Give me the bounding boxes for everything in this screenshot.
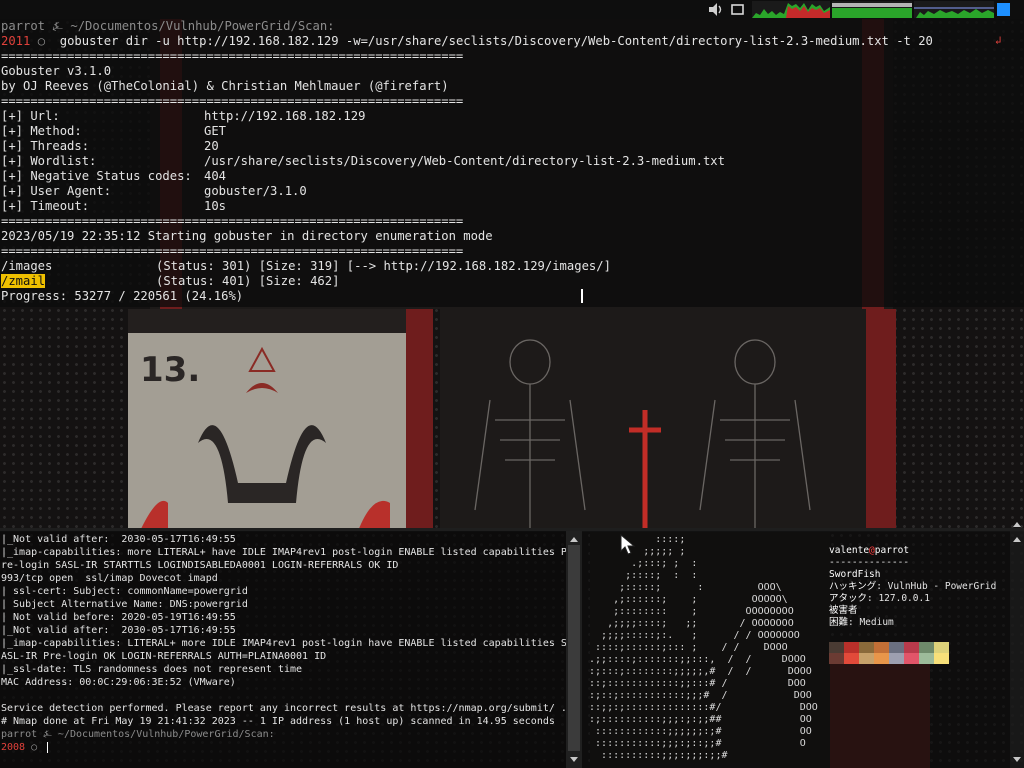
scroll-up-arrow-icon[interactable] — [1013, 522, 1021, 527]
config-row: [+] Wordlist:/usr/share/seclists/Discove… — [1, 154, 725, 168]
progress-line: Progress: 53277 / 220561 (24.16%) — [1, 289, 244, 303]
output-line: | ssl-cert: Subject: commonName=powergri… — [1, 586, 248, 597]
gobuster-scrollbar[interactable] — [1010, 19, 1024, 528]
parrot-prompt-icon: ⍼ — [43, 729, 52, 740]
color-palette — [829, 642, 949, 664]
palette-swatch — [919, 642, 934, 653]
prompt-path: ~/Documentos/Vulnhub/PowerGrid/Scan: — [70, 19, 335, 33]
text-cursor — [581, 289, 583, 303]
config-row: [+] Negative Status codes: 404 — [1, 169, 227, 183]
palette-swatch — [889, 642, 904, 653]
config-row: [+] Method: GET — [1, 124, 227, 138]
network-graph — [914, 1, 994, 18]
prompt-path: ~/Documentos/Vulnhub/PowerGrid/Scan: — [57, 729, 275, 740]
terminal-neofetch[interactable]: ::::; ;;;;; ; .;:::; ; : ;::::; : : ;:::… — [582, 531, 1024, 768]
prompt-user: parrot — [1, 729, 38, 740]
neofetch-scrollbar[interactable] — [1010, 531, 1024, 768]
result-row: /zmail (Status: 401) [Size: 462] — [1, 274, 339, 289]
result-path: /images — [1, 259, 53, 273]
text-cursor — [47, 742, 48, 753]
volume-icon[interactable] — [706, 1, 724, 18]
palette-swatch — [934, 653, 949, 664]
result-info: (Status: 401) [Size: 462] — [156, 274, 340, 288]
output-line: re-login SASL-IR STARTTLS LOGINDISABLEDA… — [1, 560, 399, 571]
output-line: 993/tcp open ssl/imap Dovecot imapd — [1, 573, 218, 584]
palette-swatch — [904, 653, 919, 664]
cpu-graph — [752, 1, 830, 18]
output-line: |_Not valid after: 2030-05-17T16:49:55 — [1, 534, 236, 545]
start-line: 2023/05/19 22:35:12 Starting gobuster in… — [1, 229, 493, 243]
palette-swatch — [874, 653, 889, 664]
memory-graph — [832, 1, 912, 18]
output-line: |_imap-capabilities: more LITERAL+ have … — [1, 547, 566, 558]
command-number: 2011 — [1, 34, 31, 48]
config-row: [+] User Agent: gobuster/3.1.0 — [1, 184, 307, 198]
output-line: |_Not valid after: 2030-05-17T16:49:55 — [1, 625, 236, 636]
system-top-bar — [0, 0, 1024, 19]
parrot-prompt-icon: ⍼ — [52, 19, 64, 33]
skeleton-illustration — [474, 339, 811, 530]
palette-swatch — [919, 653, 934, 664]
separator-line: ========================================… — [1, 244, 464, 258]
separator-line: ========================================… — [1, 94, 464, 108]
window-icon[interactable] — [730, 1, 746, 18]
info-row: 困難: Medium — [829, 617, 894, 628]
output-line: ASL-IR Pre-login OK LOGIN-REFERRALS AUTH… — [1, 651, 327, 662]
separator-line: ========================================… — [1, 49, 464, 63]
palette-swatch — [859, 653, 874, 664]
output-line: # Nmap done at Fri May 19 21:41:32 2023 … — [1, 716, 555, 727]
scrollbar-thumb[interactable] — [568, 545, 580, 751]
output-line: |_ssl-date: TLS randomness does not repr… — [1, 664, 303, 675]
mouse-pointer-icon — [620, 534, 636, 555]
command-line[interactable]: 2008 ○ — [1, 741, 37, 754]
config-row: [+] Threads: 20 — [1, 139, 219, 153]
ascii-art-line: ::::::::::;;;:;;;:;;# — [583, 750, 728, 761]
scroll-up-arrow-icon[interactable] — [1013, 537, 1021, 542]
command-text: gobuster dir -u http://192.168.182.129 -… — [59, 34, 933, 48]
result-info: (Status: 301) [Size: 319] [--> http://19… — [156, 259, 611, 273]
palette-swatch — [829, 653, 844, 664]
scroll-up-arrow-icon[interactable] — [570, 537, 578, 542]
scroll-down-arrow-icon[interactable] — [570, 757, 578, 762]
result-row: /images (Status: 301) [Size: 319] [--> ht… — [1, 259, 611, 274]
prompt-line: parrot ⍼ ~/Documentos/Vulnhub/PowerGrid/… — [1, 728, 275, 741]
config-row: [+] Url: http://192.168.182.129 — [1, 109, 366, 123]
scroll-down-arrow-icon[interactable] — [1013, 757, 1021, 762]
prompt-line: parrot ⍼ ~/Documentos/Vulnhub/PowerGrid/… — [1, 19, 335, 34]
return-icon: ↲ — [995, 34, 1002, 47]
result-path: /zmail — [1, 274, 46, 288]
notification-indicator[interactable] — [997, 3, 1010, 16]
output-line: |_imap-capabilities: LITERAL+ more IDLE … — [1, 638, 566, 649]
command-number: 2008 — [1, 742, 26, 753]
terminal-nmap[interactable]: |_Not valid after: 2030-05-17T16:49:55 |… — [0, 531, 566, 768]
svg-text:13.: 13. — [140, 350, 200, 390]
palette-swatch — [934, 642, 949, 653]
palette-swatch — [859, 642, 874, 653]
config-row: [+] Timeout: 10s — [1, 199, 227, 213]
status-circle-icon: ○ — [31, 742, 38, 753]
output-line: | Subject Alternative Name: DNS:powergri… — [1, 599, 248, 610]
palette-swatch — [844, 642, 859, 653]
terminal-gobuster[interactable]: parrot ⍼ ~/Documentos/Vulnhub/PowerGrid/… — [0, 19, 1024, 307]
output-line: MAC Address: 00:0C:29:06:3E:52 (VMware) — [1, 677, 236, 688]
goat-skull-illustration: 13. — [140, 346, 390, 531]
output-line: | Not valid before: 2020-05-19T16:49:55 — [1, 612, 236, 623]
separator-line: ========================================… — [1, 214, 464, 228]
palette-swatch — [874, 642, 889, 653]
palette-swatch — [829, 642, 844, 653]
status-circle-icon: ○ — [37, 34, 46, 48]
palette-swatch — [844, 653, 859, 664]
banner-authors: by OJ Reeves (@TheColonial) & Christian … — [1, 79, 449, 93]
palette-swatch — [904, 642, 919, 653]
prompt-user: parrot — [1, 19, 46, 33]
command-line[interactable]: 2011 ○ gobuster dir -u http://192.168.18… — [1, 34, 933, 49]
output-line: Service detection performed. Please repo… — [1, 703, 566, 714]
banner-version: Gobuster v3.1.0 — [1, 64, 112, 78]
palette-swatch — [889, 653, 904, 664]
nmap-scrollbar[interactable] — [566, 531, 582, 768]
